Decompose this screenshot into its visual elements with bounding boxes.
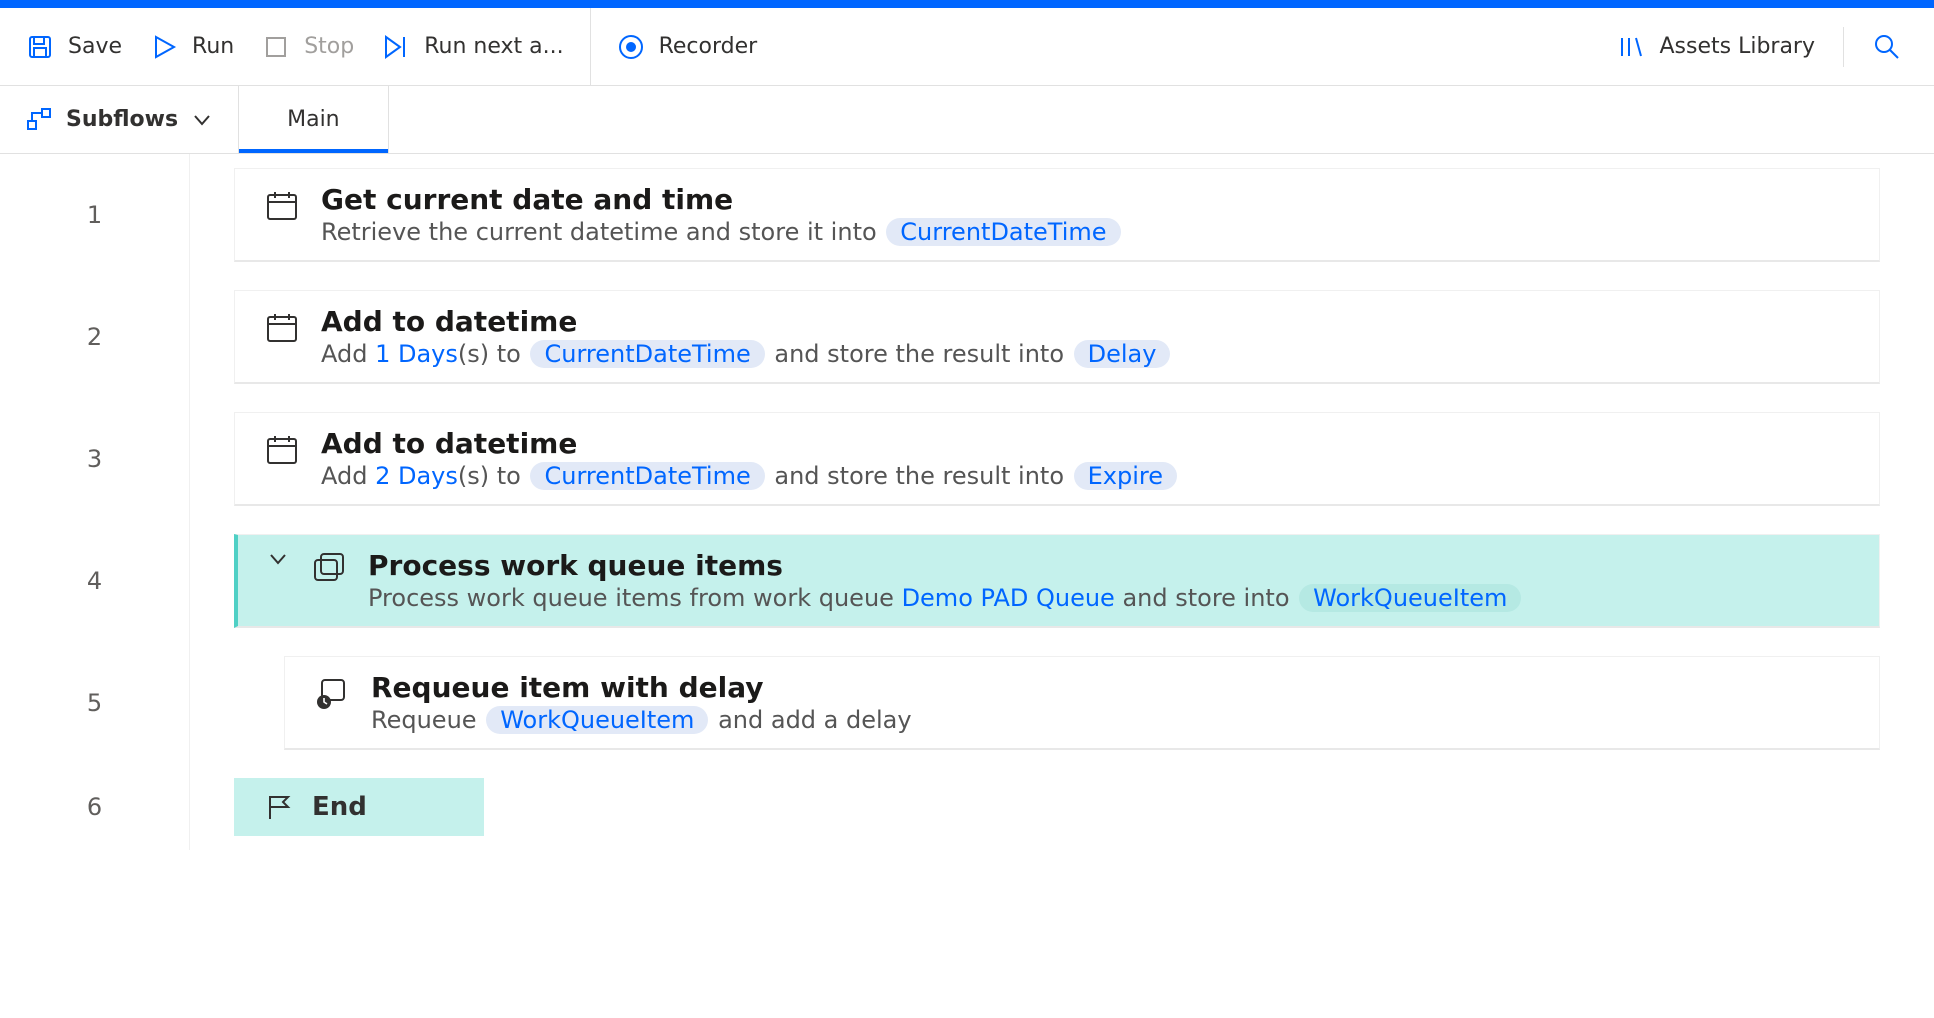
value-link[interactable]: 2 Days	[375, 462, 458, 490]
flow-icon	[26, 107, 52, 133]
variable-token[interactable]: Expire	[1074, 462, 1177, 490]
run-next-button[interactable]: Run next a...	[382, 33, 563, 61]
recorder-button[interactable]: Recorder	[617, 33, 758, 61]
toolbar: Save Run Stop Run next a... Recorder Ass…	[0, 8, 1934, 86]
flow-row: 4 Process work queue items Process work …	[0, 520, 1934, 642]
run-button[interactable]: Run	[150, 33, 234, 61]
calendar-icon	[265, 311, 301, 351]
flow-editor: 1 Get current date and time Retrieve the…	[0, 154, 1934, 850]
stop-icon	[262, 33, 290, 61]
step-description: Requeue WorkQueueItem and add a delay	[371, 706, 1849, 734]
flow-row: 6 End	[0, 764, 1934, 850]
search-icon	[1872, 32, 1902, 62]
save-button[interactable]: Save	[26, 33, 122, 61]
window-accent-bar	[0, 0, 1934, 8]
run-next-label: Run next a...	[424, 34, 563, 59]
step-description: Add 2 Days(s) to CurrentDateTime and sto…	[321, 462, 1849, 490]
end-label: End	[312, 792, 367, 822]
play-icon	[150, 33, 178, 61]
search-button[interactable]	[1872, 32, 1902, 62]
step-end[interactable]: End	[234, 778, 484, 836]
assets-library-button[interactable]: Assets Library	[1617, 33, 1815, 61]
step-title: Get current date and time	[321, 183, 1849, 216]
tab-main[interactable]: Main	[239, 86, 389, 153]
subflows-dropdown[interactable]: Subflows	[0, 86, 239, 153]
step-add-datetime[interactable]: Add to datetime Add 1 Days(s) to Current…	[234, 290, 1880, 384]
recorder-label: Recorder	[659, 34, 758, 59]
library-icon	[1617, 33, 1645, 61]
stop-label: Stop	[304, 34, 354, 59]
collapse-toggle[interactable]	[268, 549, 288, 575]
variable-token[interactable]: WorkQueueItem	[486, 706, 708, 734]
step-requeue[interactable]: Requeue item with delay Requeue WorkQueu…	[284, 656, 1880, 750]
calendar-icon	[265, 189, 301, 229]
flag-icon	[264, 792, 294, 822]
tab-main-label: Main	[287, 107, 340, 132]
assets-label: Assets Library	[1659, 34, 1815, 59]
toolbar-group-recorder: Recorder	[591, 8, 784, 85]
save-label: Save	[68, 34, 122, 59]
step-title: Add to datetime	[321, 305, 1849, 338]
step-get-datetime[interactable]: Get current date and time Retrieve the c…	[234, 168, 1880, 262]
step-add-datetime[interactable]: Add to datetime Add 2 Days(s) to Current…	[234, 412, 1880, 506]
value-link[interactable]: Demo PAD Queue	[902, 584, 1115, 612]
line-number: 3	[0, 398, 190, 520]
line-number: 1	[0, 154, 190, 276]
step-description: Retrieve the current datetime and store …	[321, 218, 1849, 246]
toolbar-group-left: Save Run Stop Run next a...	[0, 8, 591, 85]
save-icon	[26, 33, 54, 61]
flow-row: 2 Add to datetime Add 1 Days(s) to Curre…	[0, 276, 1934, 398]
line-number: 6	[0, 764, 190, 850]
line-number: 4	[0, 520, 190, 642]
record-icon	[617, 33, 645, 61]
step-icon	[382, 33, 410, 61]
chevron-down-icon	[192, 110, 212, 130]
step-description: Process work queue items from work queue…	[368, 584, 1849, 612]
queue-icon	[312, 551, 348, 591]
variable-token[interactable]: CurrentDateTime	[530, 340, 764, 368]
value-link[interactable]: 1 Days	[375, 340, 458, 368]
subflow-tabbar: Subflows Main	[0, 86, 1934, 154]
toolbar-separator	[1843, 27, 1844, 67]
flow-row: 3 Add to datetime Add 2 Days(s) to Curre…	[0, 398, 1934, 520]
variable-token[interactable]: CurrentDateTime	[530, 462, 764, 490]
step-description: Add 1 Days(s) to CurrentDateTime and sto…	[321, 340, 1849, 368]
calendar-icon	[265, 433, 301, 473]
variable-token[interactable]: WorkQueueItem	[1299, 584, 1521, 612]
variable-token[interactable]: Delay	[1074, 340, 1171, 368]
flow-row: 5 Requeue item with delay Requeue WorkQu…	[0, 642, 1934, 764]
toolbar-group-right: Assets Library	[1617, 8, 1934, 85]
run-label: Run	[192, 34, 234, 59]
step-title: Requeue item with delay	[371, 671, 1849, 704]
line-number: 2	[0, 276, 190, 398]
step-title: Process work queue items	[368, 549, 1849, 582]
line-number: 5	[0, 642, 190, 764]
variable-token[interactable]: CurrentDateTime	[886, 218, 1120, 246]
subflows-label: Subflows	[66, 107, 178, 132]
step-title: Add to datetime	[321, 427, 1849, 460]
requeue-icon	[315, 677, 351, 717]
stop-button: Stop	[262, 33, 354, 61]
step-process-queue[interactable]: Process work queue items Process work qu…	[234, 534, 1880, 628]
flow-row: 1 Get current date and time Retrieve the…	[0, 154, 1934, 276]
